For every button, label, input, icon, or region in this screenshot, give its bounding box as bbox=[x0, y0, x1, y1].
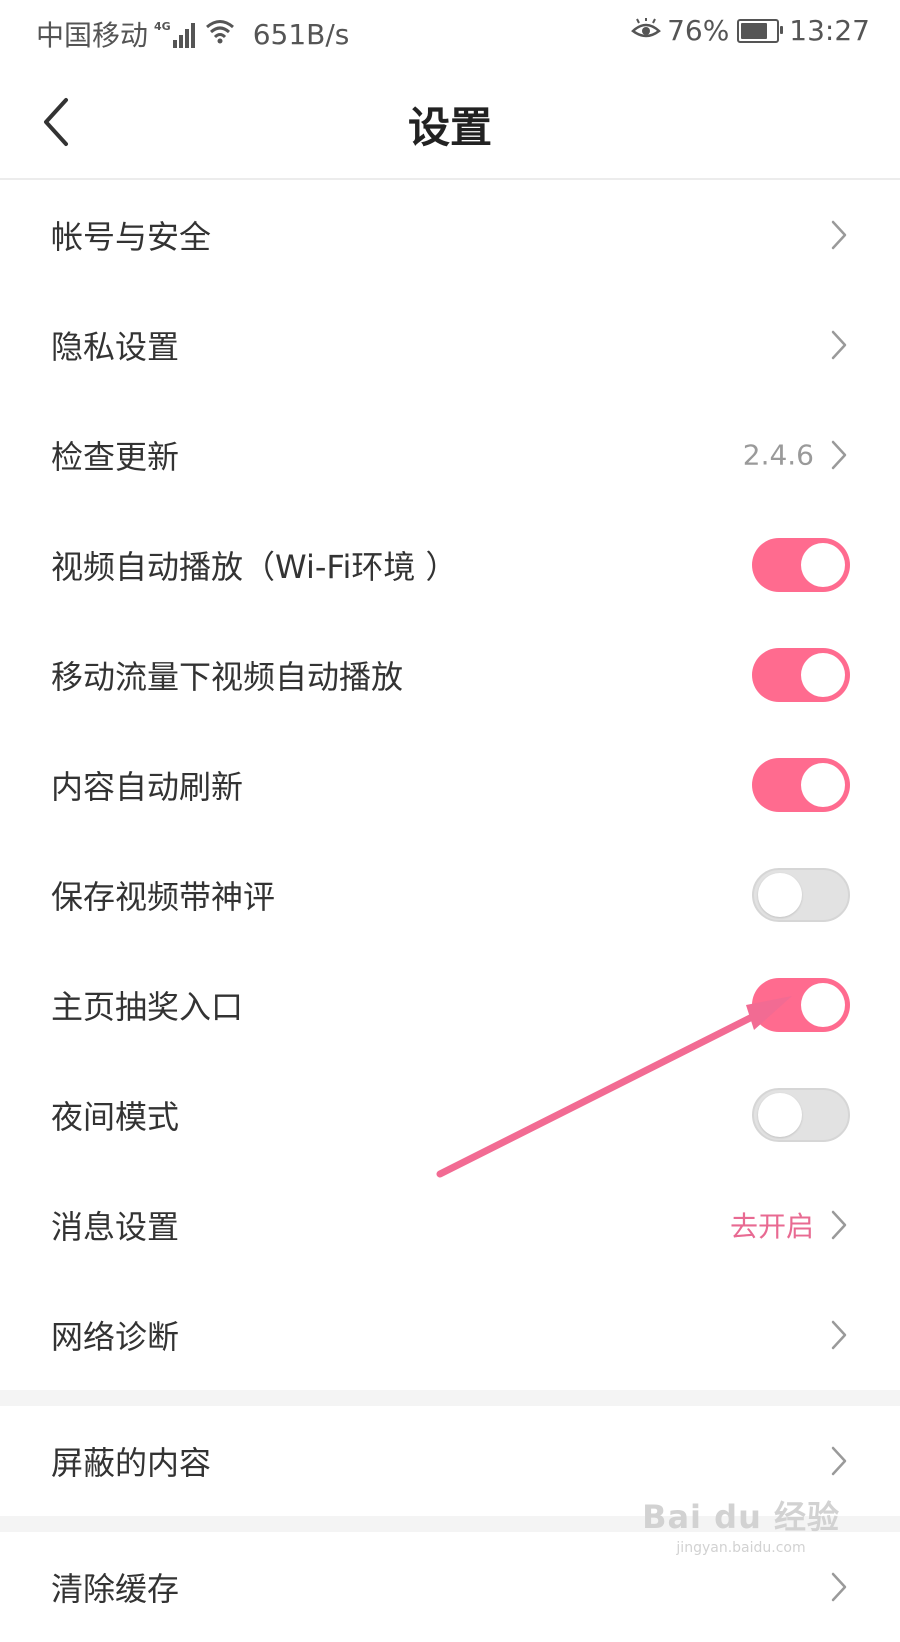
chevron-right-icon bbox=[830, 1319, 848, 1351]
chevron-right-icon bbox=[830, 1209, 848, 1241]
chevron-right-icon bbox=[830, 329, 848, 361]
chevron-right-icon bbox=[830, 219, 848, 251]
wifi-icon bbox=[205, 18, 235, 51]
network-speed: 651B/s bbox=[252, 17, 350, 51]
toggle-knob bbox=[801, 763, 845, 807]
watermark-url: jingyan.baidu.com bbox=[676, 1540, 806, 1556]
toggle-knob bbox=[801, 983, 845, 1027]
setting-label: 帐号与安全 bbox=[51, 218, 212, 256]
setting-label: 移动流量下视频自动播放 bbox=[51, 658, 404, 696]
toggle-switch[interactable] bbox=[752, 978, 850, 1032]
nav-bar: 设置 bbox=[0, 64, 900, 180]
toggle-knob bbox=[758, 873, 802, 917]
carrier-name: 中国移动 bbox=[36, 19, 149, 52]
toggle-knob bbox=[758, 1093, 802, 1137]
setting-row[interactable]: 移动流量下视频自动播放 bbox=[0, 620, 900, 730]
network-type: 4G bbox=[154, 20, 171, 33]
settings-list: 帐号与安全隐私设置检查更新 2.4.6 视频自动播放（Wi-Fi环境 ） 移动流量下视… bbox=[0, 180, 900, 1642]
setting-label: 检查更新 bbox=[51, 438, 180, 476]
setting-row[interactable]: 消息设置 去开启 bbox=[0, 1170, 900, 1280]
status-bar: 中国移动 4G 651B/s 76% 13:27 bbox=[0, 0, 900, 64]
toggle-switch[interactable] bbox=[752, 538, 850, 592]
signal-icon: 4G bbox=[154, 20, 197, 48]
setting-label: 保存视频带神评 bbox=[51, 878, 276, 916]
setting-label: 屏蔽的内容 bbox=[51, 1444, 212, 1482]
setting-label: 隐私设置 bbox=[51, 328, 180, 366]
clock: 13:27 bbox=[789, 14, 870, 47]
chevron-right-icon bbox=[830, 1571, 848, 1603]
toggle-knob bbox=[801, 653, 845, 697]
battery-percent: 76% bbox=[667, 14, 730, 47]
section-divider bbox=[0, 1390, 900, 1406]
setting-label: 消息设置 bbox=[51, 1208, 180, 1246]
setting-row[interactable]: 网络诊断 bbox=[0, 1280, 900, 1390]
toggle-knob bbox=[801, 543, 845, 587]
setting-row[interactable]: 主页抽奖入口 bbox=[0, 950, 900, 1060]
toggle-switch[interactable] bbox=[752, 868, 850, 922]
setting-label: 内容自动刷新 bbox=[51, 768, 244, 806]
setting-value: 去开启 bbox=[729, 1210, 814, 1243]
chevron-right-icon bbox=[830, 1445, 848, 1477]
setting-row[interactable]: 隐私设置 bbox=[0, 290, 900, 400]
setting-label: 主页抽奖入口 bbox=[51, 988, 244, 1026]
setting-label: 视频自动播放（Wi-Fi环境 ） bbox=[51, 548, 458, 586]
setting-row[interactable]: 检查更新 2.4.6 bbox=[0, 400, 900, 510]
setting-row[interactable]: 视频自动播放（Wi-Fi环境 ） bbox=[0, 510, 900, 620]
setting-row[interactable]: 夜间模式 bbox=[0, 1060, 900, 1170]
setting-row[interactable]: 内容自动刷新 bbox=[0, 730, 900, 840]
toggle-switch[interactable] bbox=[752, 648, 850, 702]
setting-value: 2.4.6 bbox=[742, 438, 814, 472]
setting-label: 清除缓存 bbox=[51, 1570, 180, 1608]
page-title: 设置 bbox=[407, 103, 492, 152]
setting-row[interactable]: 保存视频带神评 bbox=[0, 840, 900, 950]
toggle-switch[interactable] bbox=[752, 1088, 850, 1142]
setting-label: 网络诊断 bbox=[51, 1318, 180, 1356]
battery-icon bbox=[737, 18, 784, 43]
setting-row[interactable]: 帐号与安全 bbox=[0, 180, 900, 290]
eye-comfort-icon bbox=[631, 14, 662, 47]
toggle-switch[interactable] bbox=[752, 758, 850, 812]
setting-label: 夜间模式 bbox=[51, 1098, 180, 1136]
watermark: Bai du 经验 jingyan.baidu.com bbox=[642, 1492, 840, 1556]
chevron-right-icon bbox=[830, 439, 848, 471]
watermark-logo: Bai du 经验 bbox=[642, 1498, 840, 1536]
